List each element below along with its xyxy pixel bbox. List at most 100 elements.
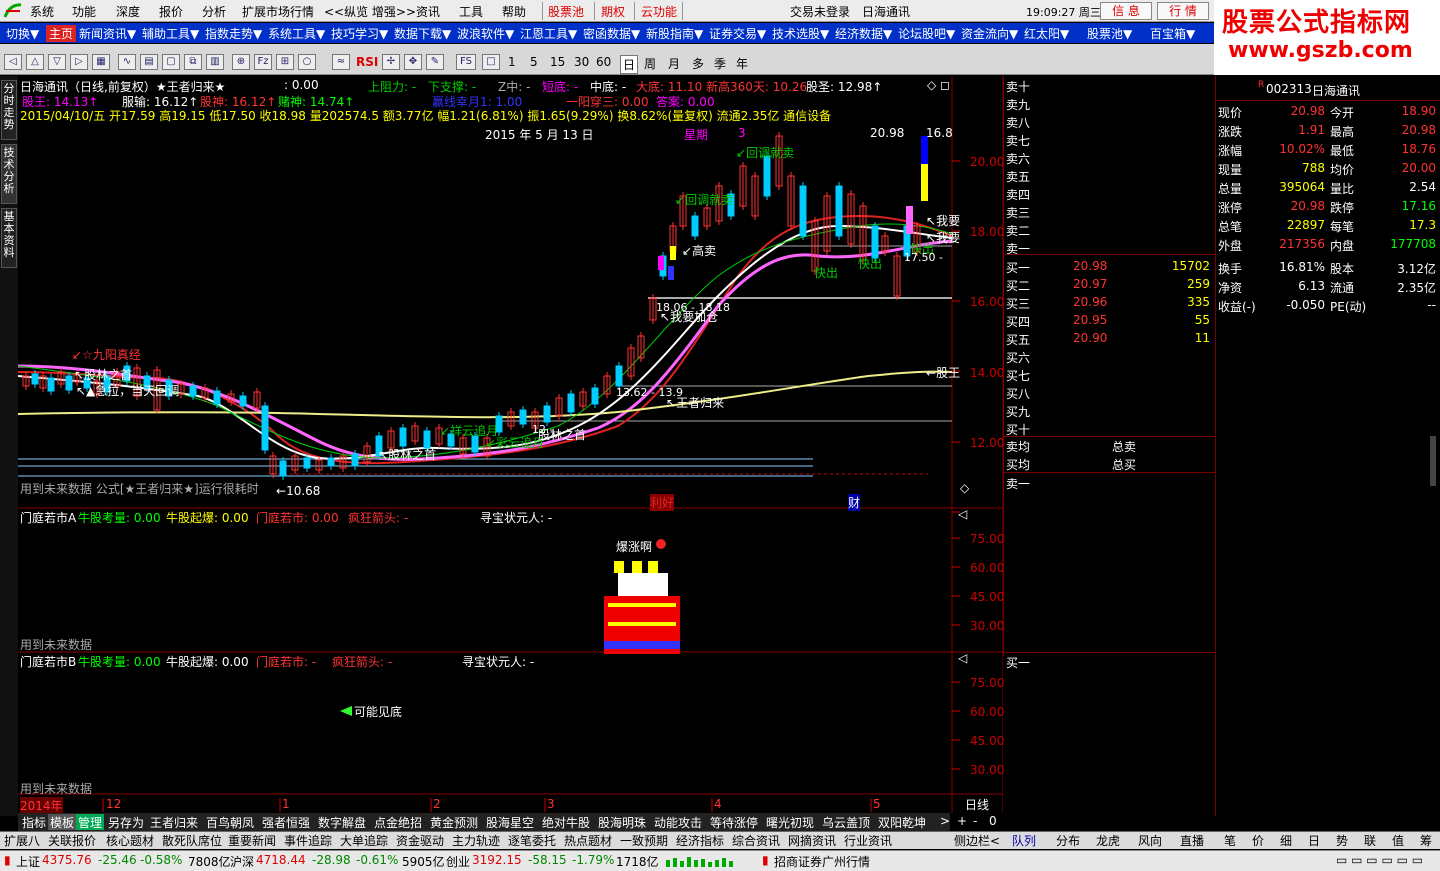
indicator-tab[interactable]: 股海明珠 (596, 814, 649, 830)
scrollbar[interactable] (1430, 436, 1436, 486)
indicator-tab[interactable]: 曙光初现 (764, 814, 817, 830)
nav-item[interactable]: 切换▼ (6, 25, 39, 42)
buy-price[interactable]: 20.95 (1073, 313, 1107, 327)
nav-item[interactable]: 经济数据▼ (835, 25, 892, 42)
nav-item[interactable]: 数据下载▼ (394, 25, 451, 42)
indicator-tab[interactable]: 数字解盘 (316, 814, 369, 830)
info-tab[interactable]: 资金驱动 (396, 832, 444, 849)
pane-control-icon[interactable]: ◇ ◻ (927, 78, 950, 92)
menu-system[interactable]: 系统 (30, 3, 54, 20)
menu-cloud[interactable]: 云功能 (641, 3, 677, 20)
indicator-tab[interactable]: 点金绝招 (372, 814, 425, 830)
nav-item[interactable]: 新股指南▼ (646, 25, 703, 42)
fz-icon[interactable]: Fz (254, 54, 272, 70)
side-tab[interactable]: 日 (1308, 832, 1320, 849)
menu-ext-market[interactable]: 扩展市场行情 (242, 3, 314, 20)
nav-item[interactable]: 波浪软件▼ (457, 25, 514, 42)
menu-tools[interactable]: 工具 (459, 3, 483, 20)
tab-fundamental[interactable]: 基本资料 (1, 208, 17, 268)
info-tab[interactable]: 扩展八 (4, 832, 40, 849)
indicator-tab[interactable]: 乌云盖顶 (820, 814, 873, 830)
nav-item-home[interactable]: 主页 (46, 25, 77, 42)
nav-item[interactable]: 百宝箱▼ (1150, 25, 1195, 42)
buy-price[interactable]: 20.97 (1073, 277, 1107, 291)
nav-item[interactable]: 论坛股吧▼ (898, 25, 955, 42)
status-icons[interactable]: ▭ ▭ ▭ ▭ ▭ ▭ (1336, 853, 1423, 867)
menu-function[interactable]: 功能 (72, 3, 96, 20)
arrow-left-icon[interactable]: ◁ (4, 54, 22, 70)
indicator-tab[interactable]: 百鸟朝凤 (204, 814, 257, 830)
cy-label[interactable]: 创业 (446, 853, 470, 870)
nav-item[interactable]: 指数走势▼ (205, 25, 262, 42)
info-tab[interactable]: 行业资讯 (844, 832, 892, 849)
pane-control-icon[interactable]: ◇ (960, 481, 969, 495)
window-icon[interactable]: ▢ (162, 54, 180, 70)
nav-item[interactable]: 新闻资讯▼ (79, 25, 136, 42)
pane-arrow-icon[interactable]: ◁ (958, 507, 967, 521)
info-tab[interactable]: 主力轨迹 (452, 832, 500, 849)
zoom-out-button[interactable]: - (973, 814, 977, 828)
nav-item[interactable]: 证券交易▼ (709, 25, 766, 42)
zero-button[interactable]: 0 (989, 814, 997, 828)
pane3-title[interactable]: 门庭若市B (20, 653, 76, 670)
marker-finance[interactable]: 财 (848, 494, 861, 511)
tab-intraday[interactable]: 分时走势 (1, 80, 17, 140)
info-tab[interactable]: 大单追踪 (340, 832, 388, 849)
indicator-tab[interactable]: 等待涨停 (708, 814, 761, 830)
info-tab[interactable]: 重要新闻 (228, 832, 276, 849)
nav-item[interactable]: 辅助工具▼ (142, 25, 199, 42)
nav-item[interactable]: 江恩工具▼ (520, 25, 577, 42)
side-tab[interactable]: 筹 (1420, 832, 1432, 849)
period-15[interactable]: 15 (550, 55, 565, 69)
tabs-scroll-icon[interactable]: > (940, 814, 950, 828)
tab-technical[interactable]: 技术分析 (1, 144, 17, 204)
info-tab[interactable]: 一致预期 (620, 832, 668, 849)
info-tab[interactable]: 综合资讯 (732, 832, 780, 849)
indicator-tab[interactable]: 股海星空 (484, 814, 537, 830)
side-tab[interactable]: 联 (1364, 832, 1376, 849)
zoom-in-icon[interactable]: ⊕ (232, 54, 250, 70)
buy-price[interactable]: 20.96 (1073, 295, 1107, 309)
menu-analysis[interactable]: 分析 (202, 3, 226, 20)
info-tab[interactable]: 网摘资讯 (788, 832, 836, 849)
buy-price[interactable]: 20.90 (1073, 331, 1107, 345)
move-icon[interactable]: ✥ (404, 54, 422, 70)
marker-good-news[interactable]: 利好 (650, 494, 675, 511)
side-tab[interactable]: 龙虎 (1096, 832, 1120, 849)
arrow-right-icon[interactable]: ▷ (70, 54, 88, 70)
fs-button[interactable]: FS (456, 54, 476, 70)
layout-icon[interactable]: ⊞ (276, 54, 294, 70)
square-icon[interactable]: □ (482, 54, 500, 70)
pane2-title[interactable]: 门庭若市A (20, 509, 76, 526)
info-tab[interactable]: 散死队席位 (162, 832, 222, 849)
period-month[interactable]: 月 (668, 55, 680, 72)
crosshair-icon[interactable]: ✢ (382, 54, 400, 70)
side-tab[interactable]: 细 (1280, 832, 1292, 849)
rsi-button[interactable]: RSI (356, 55, 378, 69)
period-30[interactable]: 30 (574, 55, 589, 69)
period-year[interactable]: 年 (736, 55, 748, 72)
menu-options[interactable]: 期权 (601, 3, 625, 20)
line-chart-icon[interactable]: ∿ (118, 54, 136, 70)
period-week[interactable]: 周 (644, 55, 656, 72)
info-button[interactable]: 信 息 (1100, 2, 1152, 20)
zoom-in-button[interactable]: + (957, 814, 967, 828)
side-tab[interactable]: 笔 (1224, 832, 1236, 849)
side-tab[interactable]: 队列 (1012, 832, 1036, 849)
period-quarter[interactable]: 季 (714, 55, 726, 72)
indicator-tab[interactable]: 黄金预测 (428, 814, 481, 830)
sh-label[interactable]: 上证 (16, 853, 40, 870)
info-tab[interactable]: 热点题材 (564, 832, 612, 849)
arrow-down-icon[interactable]: ▽ (48, 54, 66, 70)
arrow-up-icon[interactable]: △ (26, 54, 44, 70)
side-tab[interactable]: 风向 (1138, 832, 1162, 849)
side-tab[interactable]: 价 (1252, 832, 1264, 849)
indicator-tab[interactable]: 动能攻击 (652, 814, 705, 830)
grid-icon[interactable]: ▦ (92, 54, 110, 70)
pencil-icon[interactable]: ✎ (426, 54, 444, 70)
side-tab[interactable]: 分布 (1056, 832, 1080, 849)
info-tab[interactable]: 经济指标 (676, 832, 724, 849)
nav-item[interactable]: 密函数据▼ (583, 25, 640, 42)
circle-icon[interactable]: ○ (298, 54, 316, 70)
wave-icon[interactable]: ≈ (332, 54, 350, 70)
